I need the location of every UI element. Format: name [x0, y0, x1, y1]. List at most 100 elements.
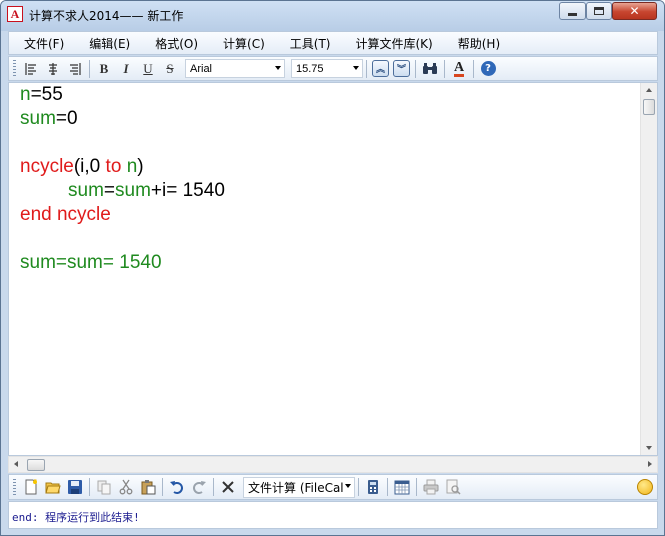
toolbar-grip[interactable] — [13, 478, 16, 496]
find-button[interactable] — [421, 60, 439, 78]
code-line[interactable]: end ncycle — [20, 204, 111, 226]
strikethrough-button[interactable]: S — [161, 60, 179, 78]
menu-calc-library[interactable]: 计算文件库(K) — [341, 35, 443, 52]
vertical-scroll-thumb[interactable] — [643, 99, 655, 115]
code-line[interactable]: sum=sum+i= 1540 — [20, 180, 225, 202]
code-token: n — [126, 156, 138, 177]
code-editor[interactable]: n=55 sum=0 ncycle(i,0 to n) sum=sum+i= 1540… — [8, 82, 658, 456]
binoculars-icon — [423, 62, 437, 74]
code-token: sum — [115, 180, 151, 201]
undo-button[interactable] — [169, 479, 185, 495]
scroll-left-arrow-icon[interactable] — [14, 461, 18, 467]
app-window: A 计算不求人2014—— 新工作 ✕ 文件(F) 编辑(E) 格式(O) 计算… — [0, 0, 665, 536]
maximize-button[interactable] — [586, 2, 612, 20]
toolbar-separator — [366, 59, 367, 78]
menu-calculate[interactable]: 计算(C) — [208, 35, 275, 52]
code-token: end ncycle — [20, 204, 111, 225]
delete-button[interactable] — [220, 479, 236, 495]
close-icon: ✕ — [629, 4, 640, 18]
align-right-button[interactable] — [66, 60, 84, 78]
scroll-right-arrow-icon[interactable] — [648, 461, 652, 467]
font-color-button[interactable]: A — [450, 60, 468, 78]
code-line[interactable]: sum=0 — [20, 108, 78, 130]
vertical-scrollbar[interactable] — [640, 83, 657, 455]
undo-icon — [170, 481, 183, 494]
toolbar-grip[interactable] — [13, 60, 16, 77]
scroll-down-arrow-icon[interactable] — [646, 446, 652, 450]
calc-mode-select[interactable]: 文件计算 (FileCal — [243, 476, 355, 498]
file-toolbar: 文件计算 (FileCal — [8, 474, 658, 500]
code-token: sum=sum= 1540 — [20, 252, 162, 273]
paste-button[interactable] — [140, 479, 156, 495]
chevron-down-icon — [345, 483, 351, 488]
code-token: =0 — [55, 108, 78, 129]
code-token: sum — [20, 108, 56, 129]
new-file-button[interactable] — [23, 479, 39, 495]
chevron-down-icon — [275, 66, 281, 70]
bold-button[interactable]: B — [95, 60, 113, 78]
menu-edit[interactable]: 编辑(E) — [74, 35, 140, 52]
code-token: =55 — [30, 84, 63, 105]
horizontal-scroll-thumb[interactable] — [27, 459, 45, 471]
code-token: ) — [137, 156, 144, 177]
double-chevron-up-icon: ︽ — [375, 65, 385, 75]
code-line[interactable]: sum=sum= 1540 — [20, 252, 162, 274]
menu-format[interactable]: 格式(O) — [140, 35, 208, 52]
calendar-button[interactable] — [394, 479, 410, 495]
print-preview-button[interactable] — [445, 479, 461, 495]
code-token: +i= 1540 — [150, 180, 225, 201]
align-right-icon — [70, 62, 81, 75]
close-x-icon — [222, 481, 234, 493]
close-button[interactable]: ✕ — [612, 2, 657, 20]
print-preview-icon — [446, 479, 461, 495]
code-token: n — [20, 84, 31, 105]
toolbar-separator — [162, 478, 163, 496]
menu-file[interactable]: 文件(F) — [9, 35, 74, 52]
code-token: (i,0 — [73, 156, 106, 177]
code-line[interactable]: ncycle(i,0 to n) — [20, 156, 144, 178]
title-bar: A 计算不求人2014—— 新工作 ✕ — [1, 1, 664, 31]
italic-button[interactable]: I — [117, 60, 135, 78]
toolbar-separator — [416, 478, 417, 496]
copy-button[interactable] — [96, 479, 112, 495]
font-name-select[interactable]: Arial — [185, 59, 285, 78]
copy-icon — [97, 480, 111, 495]
menu-help[interactable]: 帮助(H) — [443, 35, 510, 52]
status-message: end: 程序运行到此结束! — [12, 511, 140, 524]
help-button[interactable]: ? — [479, 60, 497, 78]
toolbar-separator — [473, 59, 474, 78]
align-center-button[interactable] — [44, 60, 62, 78]
status-bar: end: 程序运行到此结束! — [8, 501, 658, 529]
open-file-button[interactable] — [45, 479, 61, 495]
calculator-icon — [368, 480, 378, 494]
print-button[interactable] — [423, 479, 439, 495]
toolbar-separator — [444, 59, 445, 78]
calculator-button[interactable] — [365, 479, 381, 495]
calc-mode-value: 文件计算 (FileCal — [248, 480, 344, 495]
save-file-button[interactable] — [67, 479, 83, 495]
minimize-button[interactable] — [559, 2, 586, 20]
code-token: to — [105, 156, 122, 177]
smiley-icon[interactable] — [637, 479, 653, 495]
horizontal-scrollbar[interactable] — [8, 456, 658, 473]
toolbar-separator — [358, 478, 359, 496]
code-token: sum — [68, 180, 104, 201]
menu-tools[interactable]: 工具(T) — [275, 35, 341, 52]
redo-icon — [193, 481, 206, 494]
scissors-icon — [119, 479, 133, 495]
font-size-select[interactable]: 15.75 — [291, 59, 363, 78]
toolbar-separator — [89, 59, 90, 78]
scroll-down-button[interactable]: ︾ — [393, 60, 410, 77]
align-left-button[interactable] — [22, 60, 40, 78]
clipboard-icon — [141, 480, 156, 495]
underline-button[interactable]: U — [139, 60, 157, 78]
cut-button[interactable] — [118, 479, 134, 495]
toolbar-separator — [213, 478, 214, 496]
scroll-up-arrow-icon[interactable] — [646, 88, 652, 92]
code-line[interactable]: n=55 — [20, 84, 63, 106]
calendar-icon — [394, 480, 410, 495]
printer-icon — [423, 479, 439, 495]
redo-button[interactable] — [191, 479, 207, 495]
scroll-up-button[interactable]: ︽ — [372, 60, 389, 77]
toolbar-separator — [415, 59, 416, 78]
